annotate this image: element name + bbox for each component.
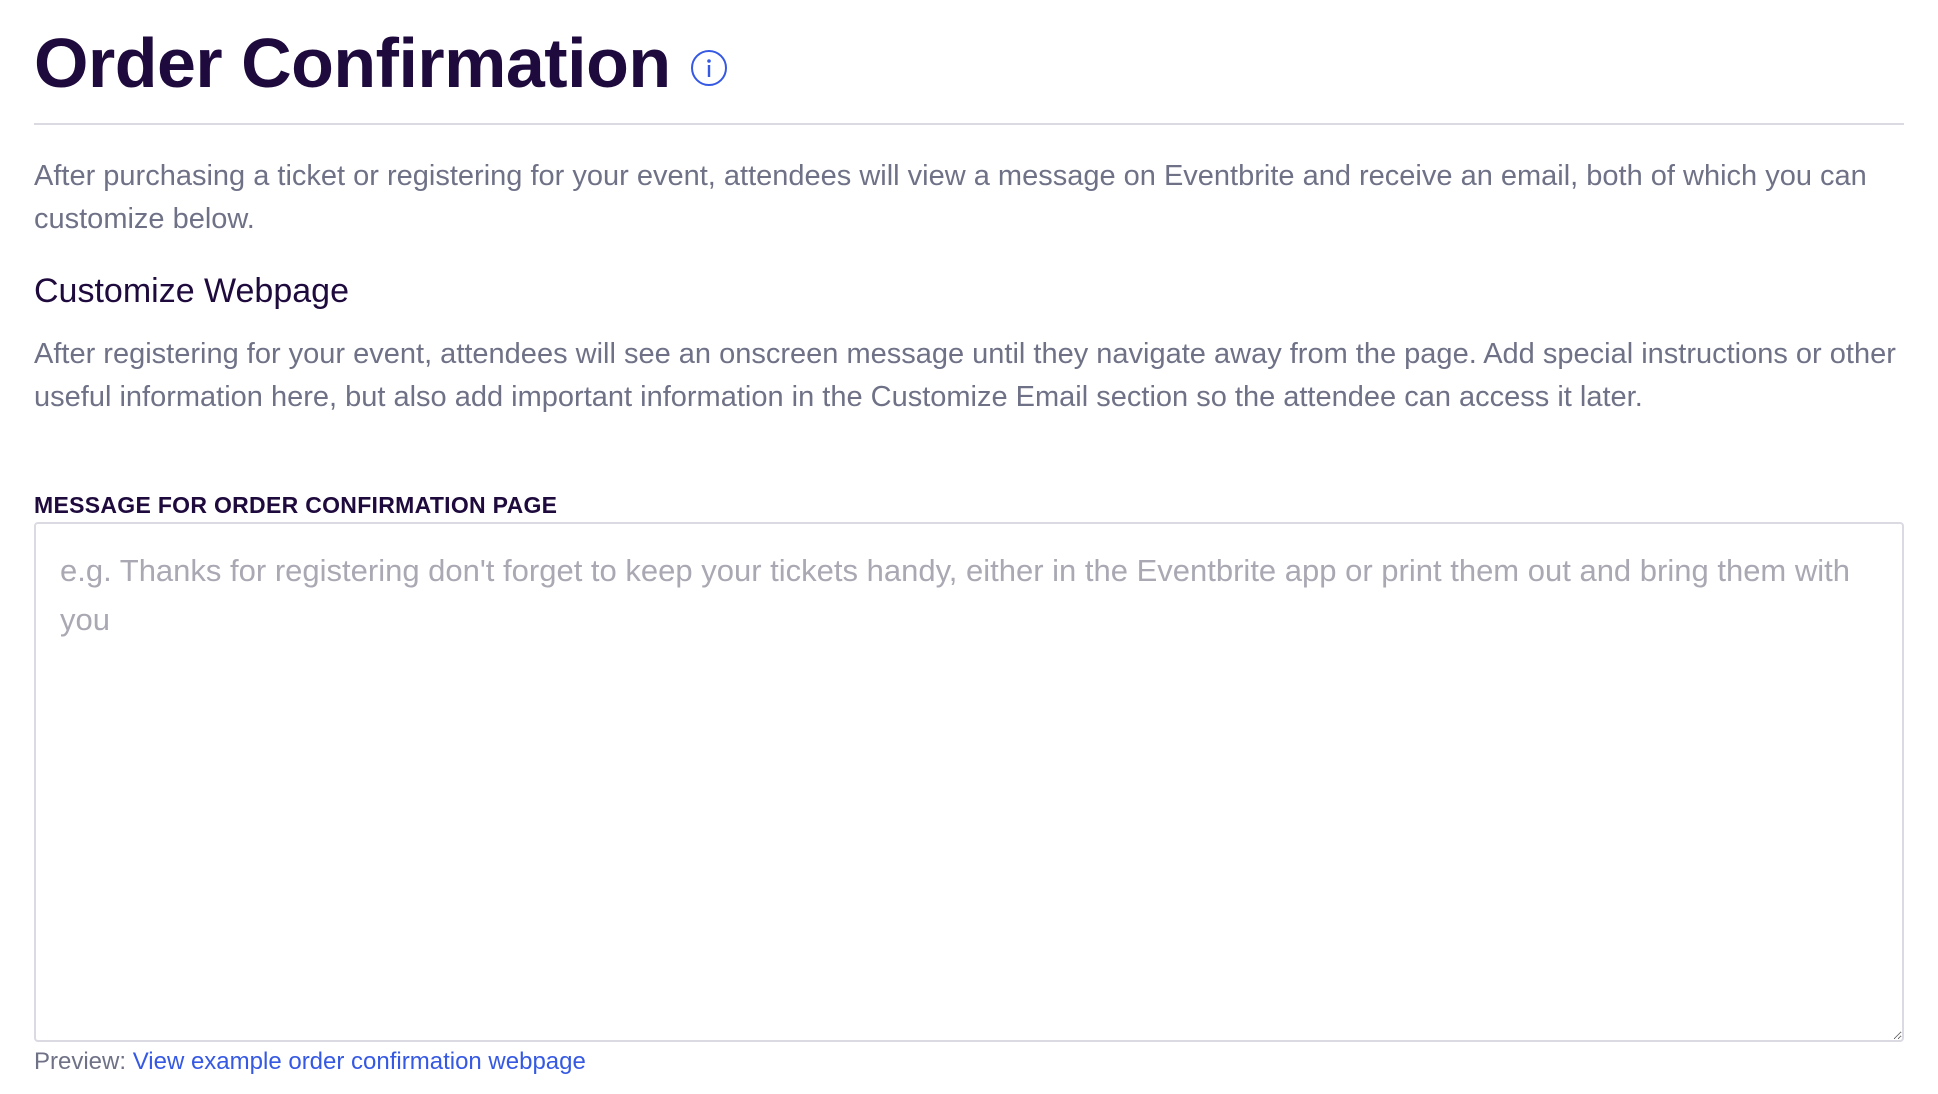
header-divider xyxy=(34,123,1904,125)
order-confirmation-page: Order Confirmation After purchasing a ti… xyxy=(0,0,1938,1094)
preview-row: Preview: View example order confirmation… xyxy=(34,1046,586,1078)
page-title: Order Confirmation xyxy=(34,24,671,102)
info-circle-icon[interactable] xyxy=(689,48,729,88)
preview-prefix: Preview: xyxy=(34,1048,127,1075)
customize-webpage-heading: Customize Webpage xyxy=(34,272,349,310)
customize-webpage-description: After registering for your event, attend… xyxy=(34,338,1896,413)
intro-text: After purchasing a ticket or registering… xyxy=(34,160,1867,235)
order-confirmation-message-input[interactable] xyxy=(34,522,1904,1042)
message-field-label: MESSAGE FOR ORDER CONFIRMATION PAGE xyxy=(34,492,558,518)
info-circle-icon-graphic xyxy=(690,50,727,86)
view-example-webpage-link[interactable]: View example order confirmation webpage xyxy=(133,1048,586,1075)
page-header: Order Confirmation xyxy=(34,20,729,106)
